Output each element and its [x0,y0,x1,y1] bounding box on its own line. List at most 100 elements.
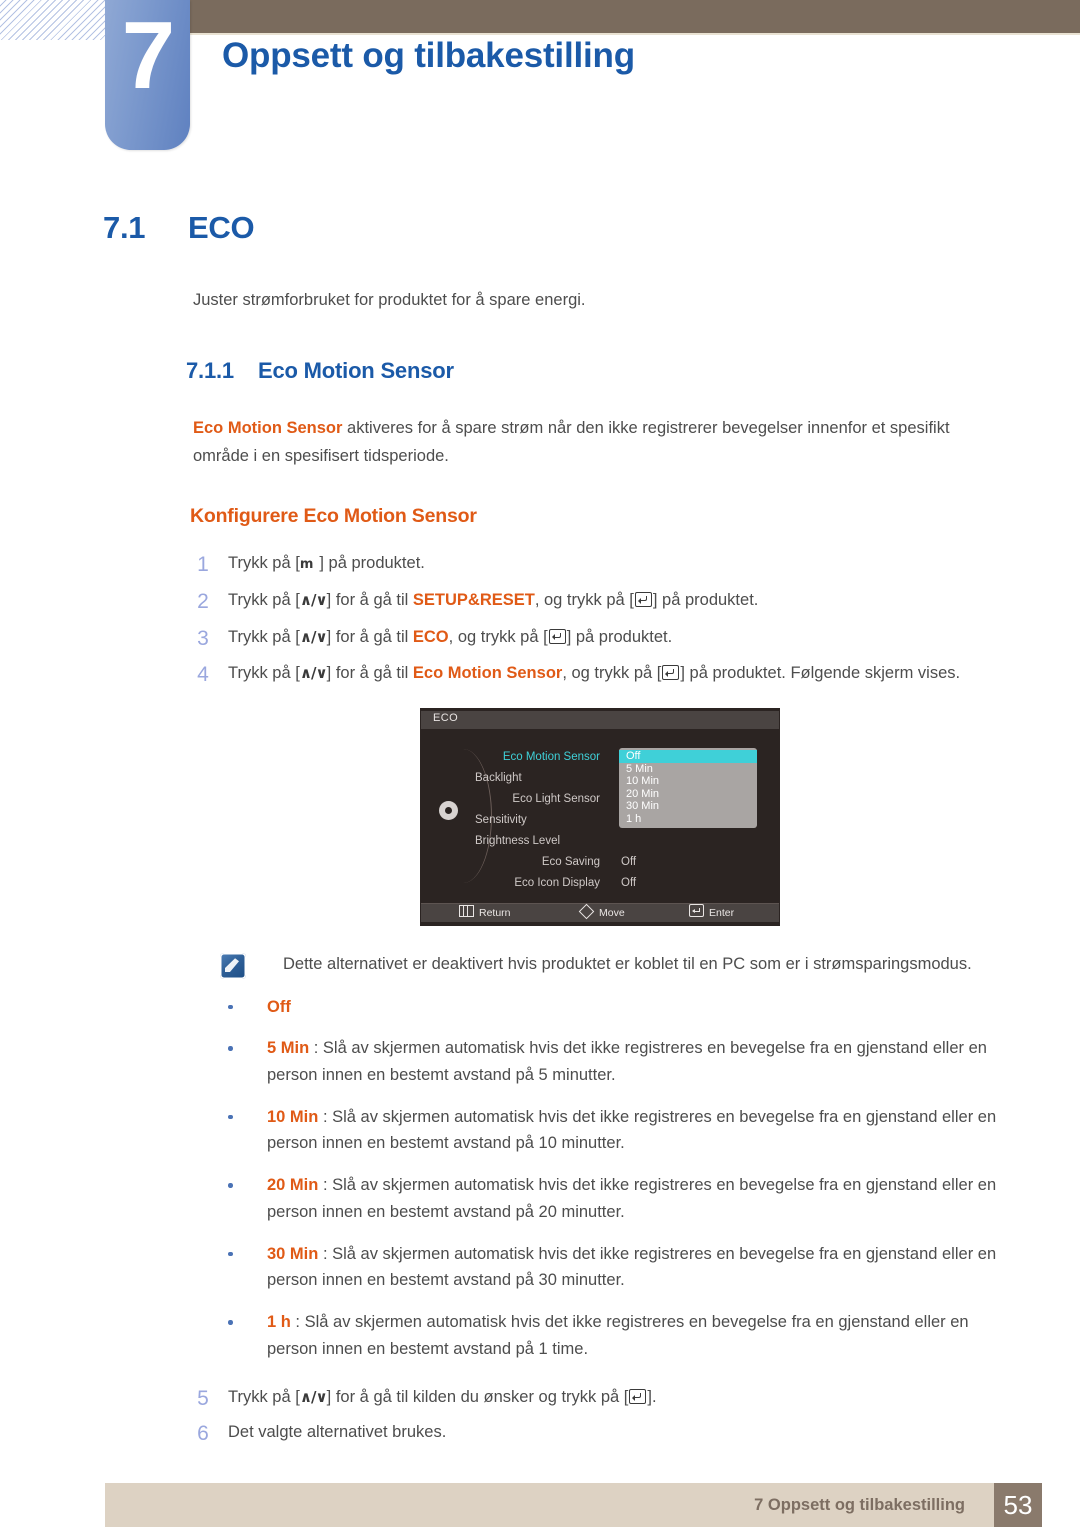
option-description: : Slå av skjermen automatisk hvis det ik… [267,1313,969,1358]
osd-menu-item[interactable]: Eco Saving [473,852,608,873]
step-number: 6 [197,1422,209,1446]
osd-enter-hint: Enter [689,904,734,922]
osd-return-label: Return [479,907,511,920]
menu-key-icon: m [299,557,320,573]
option-term: 1 h [267,1313,291,1332]
enter-key-icon [548,628,566,644]
subsection-lead: Eco Motion Sensor aktiveres for å spare … [0,414,1080,472]
osd-menu-item[interactable]: Eco Motion Sensor [473,747,608,768]
step-text: Trykk på [ [228,664,300,683]
page-header: 7 Oppsett og tilbakestilling [0,0,1080,160]
header-bar-underline [190,33,1080,35]
osd-dropdown-option[interactable]: 5 Min [619,763,757,776]
option-bullet: 1 h : Slå av skjermen automatisk hvis de… [0,1309,1080,1362]
option-bullet-list: Off 5 Min : Slå av skjermen automatisk hv… [0,994,1080,1363]
enter-key-icon [662,665,680,681]
osd-menu-item[interactable]: Backlight [473,768,608,789]
up-down-key-icon: ∧/∨ [299,664,328,683]
up-down-key-icon: ∧/∨ [299,627,328,646]
return-icon [459,905,474,918]
step-text: , og trykk på [ [534,591,634,610]
option-term: 5 Min [267,1039,310,1058]
osd-dropdown-option[interactable]: 10 Min [619,775,757,788]
step-text: , og trykk på [ [562,664,662,683]
subsection-title: Eco Motion Sensor [258,357,454,383]
osd-dropdown-option[interactable]: 30 Min [619,800,757,813]
procedure-step: 4 Trykk på [∧/∨] for å gå til Eco Motion … [0,660,1080,687]
menu-term: ECO [412,627,449,646]
menu-term: SETUP&RESET [412,591,535,610]
step-text: ] på produktet. Følgende skjerm vises. [680,664,961,683]
step-number: 2 [197,590,209,614]
step-number: 3 [197,626,209,650]
section-number: 7.1 [103,210,146,245]
section-heading: 7.1 ECO [0,210,1080,246]
osd-title-bar [421,711,779,730]
step-text: ] på produktet. [652,591,759,610]
page-number: 53 [994,1483,1042,1527]
step-text: ] for å gå til [326,627,413,646]
option-bullet: Off [0,994,1080,1021]
osd-dropdown-option[interactable]: Off [619,750,757,763]
option-description: : Slå av skjermen automatisk hvis det ik… [267,1039,987,1085]
step-text: Trykk på [ [228,627,300,646]
chapter-number: 7 [121,2,175,109]
note-text: Dette alternativet er deaktivert hvis pr… [283,955,972,974]
hatch-decoration [0,0,108,40]
osd-title: ECO [433,712,459,725]
procedure-step: 1 Trykk på [m] på produktet. [0,550,1080,577]
step-text: Trykk på [ [228,554,300,573]
osd-menu-value: Off [621,856,637,869]
osd-dropdown-option[interactable]: 20 Min [619,788,757,801]
option-bullet: 30 Min : Slå av skjermen automatisk hvis… [0,1241,1080,1294]
option-term: 10 Min [267,1107,319,1126]
osd-screenshot: ECO Eco Motion Sensor Backlight Eco Light … [421,709,779,926]
up-down-key-icon: ∧/∨ [299,591,328,610]
osd-menu-value: Off [621,877,637,890]
menu-term: Eco Motion Sensor [412,664,563,683]
up-down-key-icon: ∧/∨ [299,1388,328,1407]
enter-key-icon [629,1389,647,1405]
step-text: Det valgte alternativet brukes. [228,1423,447,1442]
section-title: ECO [188,210,255,245]
page-title: Oppsett og tilbakestilling [222,36,635,75]
osd-menu-item[interactable]: Brightness Level [473,831,608,852]
osd-menu-item[interactable]: Sensitivity [473,810,608,831]
procedure-step-list-tail: 5 Trykk på [∧/∨] for å gå til kilden du ø… [0,1384,1080,1445]
step-text: Trykk på [ [228,1388,300,1407]
section-intro: Juster strømforbruket for produktet for … [193,291,586,309]
step-number: 4 [197,663,209,687]
step-text: ]. [647,1388,657,1407]
step-number: 1 [197,553,209,577]
procedure-step: 5 Trykk på [∧/∨] for å gå til kilden du ø… [0,1384,1080,1411]
step-text: ] på produktet. [566,627,673,646]
osd-menu-item[interactable]: Eco Light Sensor [473,789,608,810]
option-description: : Slå av skjermen automatisk hvis det ik… [267,1244,997,1290]
option-description: : Slå av skjermen automatisk hvis det ik… [267,1107,997,1153]
option-term: Off [267,997,291,1016]
note-block: Dette alternativet er deaktivert hvis pr… [0,951,1080,980]
osd-screenshot-wrapper: ECO Eco Motion Sensor Backlight Eco Light … [0,709,1080,926]
osd-menu-item[interactable]: Eco Icon Display [473,873,608,894]
lead-term: Eco Motion Sensor [193,418,343,437]
step-text: ] for å gå til kilden du ønsker og trykk… [326,1388,629,1407]
osd-dropdown[interactable]: Off 5 Min 10 Min 20 Min 30 Min 1 h [619,748,757,829]
subsection-heading: 7.1.1 Eco Motion Sensor [0,358,1080,384]
osd-return-hint: Return [459,904,511,922]
osd-move-hint: Move [578,903,625,922]
osd-menu-list: Eco Motion Sensor Backlight Eco Light Sens… [473,747,608,894]
page-footer: 7 Oppsett og tilbakestilling 53 [0,1470,1080,1527]
step-text: Trykk på [ [228,591,300,610]
chapter-tab: 7 [105,0,190,150]
subsection-number: 7.1.1 [186,357,234,383]
osd-enter-label: Enter [709,907,735,920]
procedure-step: 6 Det valgte alternativet brukes. [0,1419,1080,1446]
option-term: 20 Min [267,1176,319,1195]
step-text: ] for å gå til [326,591,413,610]
osd-footer-bar: Return Move Enter [421,903,779,923]
move-icon [578,903,595,920]
osd-dropdown-option[interactable]: 1 h [619,813,757,826]
procedure-heading: Konfigurere Eco Motion Sensor [190,505,477,528]
osd-menu-value [621,831,771,852]
step-text: ] på produktet. [319,554,425,573]
